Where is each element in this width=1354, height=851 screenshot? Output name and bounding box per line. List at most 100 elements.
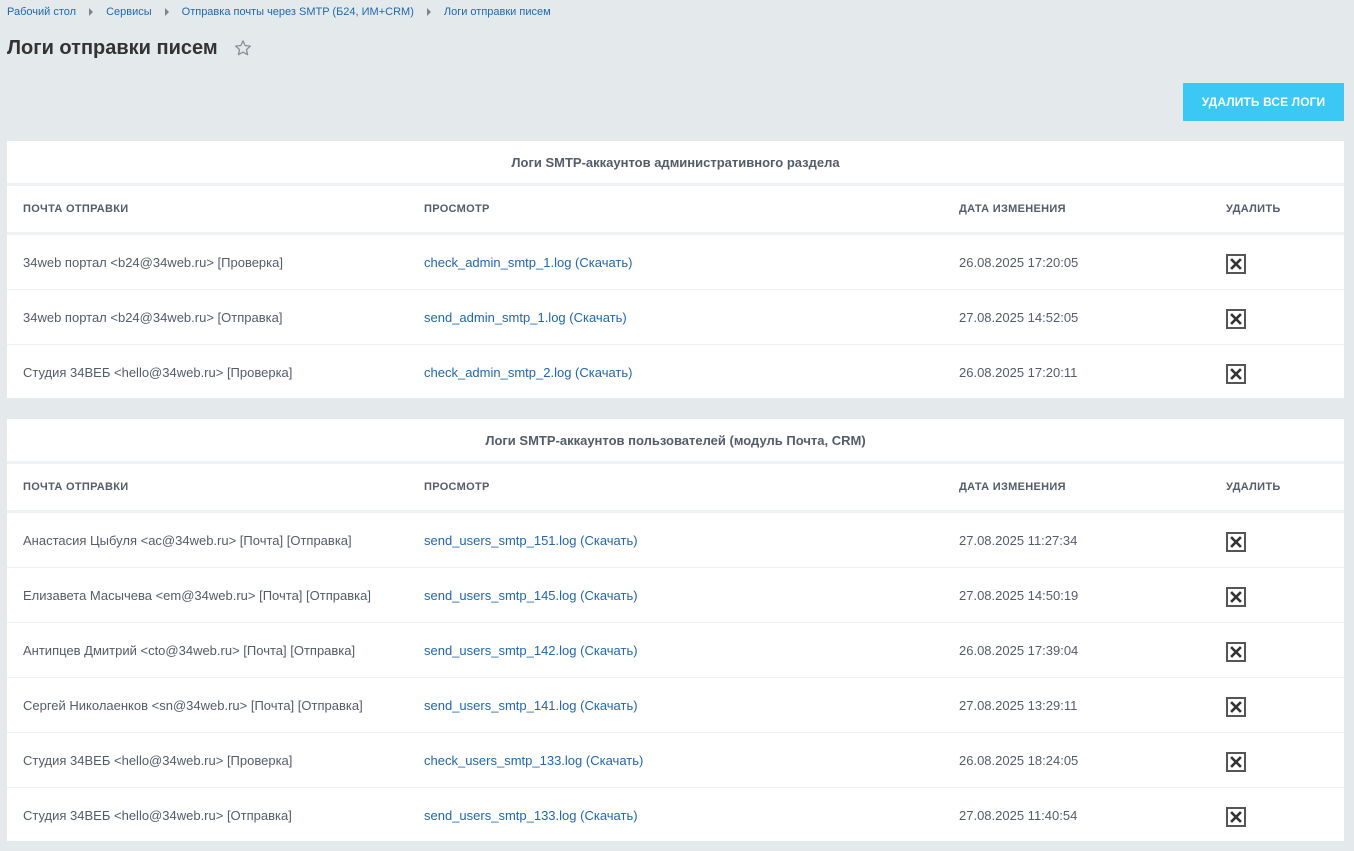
close-box-icon[interactable] xyxy=(1226,531,1246,552)
paren-close: ) xyxy=(633,808,638,823)
download-link[interactable]: Скачать xyxy=(579,365,628,380)
paren-close: ) xyxy=(633,532,638,548)
delete-cell xyxy=(1226,804,1246,827)
delete-all-logs-button[interactable]: УДАЛИТЬ ВСЕ ЛОГИ xyxy=(1183,83,1344,121)
close-box-icon[interactable] xyxy=(1226,751,1246,772)
delete-cell xyxy=(1226,584,1246,607)
section-title: Логи SMTP-аккаунтов административного ра… xyxy=(7,141,1344,186)
delete-cell xyxy=(1226,694,1246,717)
breadcrumb-separator-icon xyxy=(164,8,169,16)
delete-cell xyxy=(1226,251,1246,274)
view-cell: send_users_smtp_151.log (Скачать) xyxy=(424,533,638,548)
sender-cell: 34web портал <b24@34web.ru> [Проверка] xyxy=(23,254,283,270)
sender-cell: Елизавета Масычева <em@34web.ru> [Почта]… xyxy=(23,587,371,603)
column-header-sender: ПОЧТА ОТПРАВКИ xyxy=(23,203,129,215)
section-title: Логи SMTP-аккаунтов пользователей (модул… xyxy=(7,419,1344,464)
log-file-link[interactable]: send_users_smtp_145.log xyxy=(424,588,577,603)
view-cell: send_users_smtp_141.log (Скачать) xyxy=(424,698,638,713)
view-cell: send_users_smtp_133.log (Скачать) xyxy=(424,808,638,823)
breadcrumb-separator-icon xyxy=(89,8,94,16)
table-header: ПОЧТА ОТПРАВКИ ПРОСМОТР ДАТА ИЗМЕНЕНИЯ УДАЛ… xyxy=(7,464,1344,513)
delete-cell xyxy=(1226,639,1246,662)
breadcrumb-item-desktop[interactable]: Рабочий стол xyxy=(7,6,76,18)
paren-close: ) xyxy=(638,752,644,768)
column-header-date: ДАТА ИЗМЕНЕНИЯ xyxy=(959,481,1066,493)
column-header-delete: УДАЛИТЬ xyxy=(1226,203,1281,215)
date-cell: 26.08.2025 18:24:05 xyxy=(959,752,1079,768)
close-box-icon[interactable] xyxy=(1226,641,1246,662)
table-row: Антипцев Дмитрий <cto@34web.ru> [Почта] … xyxy=(7,623,1344,678)
sender-cell: Сергей Николаенков <sn@34web.ru> [Почта]… xyxy=(23,697,363,713)
user-logs-panel: Логи SMTP-аккаунтов пользователей (модул… xyxy=(7,419,1344,841)
log-file-link[interactable]: check_users_smtp_133.log xyxy=(424,753,582,768)
column-header-delete: УДАЛИТЬ xyxy=(1226,481,1281,493)
download-link[interactable]: Скачать xyxy=(584,588,633,603)
paren-close: ) xyxy=(628,254,633,270)
breadcrumb-item-services[interactable]: Сервисы xyxy=(106,6,152,18)
date-cell: 26.08.2025 17:20:05 xyxy=(959,254,1079,270)
log-file-link[interactable]: check_admin_smtp_1.log xyxy=(424,255,571,270)
sender-cell: Анастасия Цыбуля <ac@34web.ru> [Почта] [… xyxy=(23,532,352,548)
delete-cell xyxy=(1226,529,1246,552)
download-link[interactable]: Скачать xyxy=(584,808,633,823)
paren-close: ) xyxy=(628,365,633,380)
view-cell: check_admin_smtp_1.log (Скачать) xyxy=(424,255,632,270)
log-file-link[interactable]: send_admin_smtp_1.log xyxy=(424,310,566,325)
download-link[interactable]: Скачать xyxy=(584,698,633,713)
date-cell: 26.08.2025 17:20:11 xyxy=(959,365,1078,380)
paren-close: ) xyxy=(633,697,638,713)
table-row: Елизавета Масычева <em@34web.ru> [Почта]… xyxy=(7,568,1344,623)
table-row: Студия 34ВЕБ <hello@34web.ru> [Проверка]… xyxy=(7,733,1344,788)
column-header-date: ДАТА ИЗМЕНЕНИЯ xyxy=(959,203,1066,215)
paren-close: ) xyxy=(633,642,638,658)
close-box-icon[interactable] xyxy=(1226,364,1246,384)
download-link[interactable]: Скачать xyxy=(584,533,633,548)
log-file-link[interactable]: send_users_smtp_142.log xyxy=(424,643,577,658)
close-box-icon[interactable] xyxy=(1226,807,1246,827)
log-file-link[interactable]: send_users_smtp_133.log xyxy=(424,808,577,823)
column-header-view: ПРОСМОТР xyxy=(424,481,490,493)
table-row: 34web портал <b24@34web.ru> [Проверка] ch… xyxy=(7,235,1344,290)
star-outline-icon[interactable] xyxy=(234,39,252,57)
paren-close: ) xyxy=(633,587,638,603)
sender-cell: 34web портал <b24@34web.ru> [Отправка] xyxy=(23,309,283,325)
close-box-icon[interactable] xyxy=(1226,308,1246,329)
table-header: ПОЧТА ОТПРАВКИ ПРОСМОТР ДАТА ИЗМЕНЕНИЯ УДАЛ… xyxy=(7,186,1344,235)
delete-cell xyxy=(1226,306,1246,329)
view-cell: check_users_smtp_133.log (Скачать) xyxy=(424,753,643,768)
table-row: Анастасия Цыбуля <ac@34web.ru> [Почта] [… xyxy=(7,513,1344,568)
table-row: Сергей Николаенков <sn@34web.ru> [Почта]… xyxy=(7,678,1344,733)
sender-cell: Студия 34ВЕБ <hello@34web.ru> [Проверка] xyxy=(23,752,293,768)
table-row: Студия 34ВЕБ <hello@34web.ru> [Проверка]… xyxy=(7,345,1344,400)
log-file-link[interactable]: send_users_smtp_141.log xyxy=(424,698,577,713)
download-link[interactable]: Скачать xyxy=(584,643,633,658)
date-cell: 27.08.2025 14:50:19 xyxy=(959,587,1079,603)
delete-cell xyxy=(1226,749,1246,772)
breadcrumb-item-logs[interactable]: Логи отправки писем xyxy=(444,6,551,18)
download-link[interactable]: Скачать xyxy=(590,753,639,768)
log-file-link[interactable]: check_admin_smtp_2.log xyxy=(424,365,571,380)
view-cell: send_admin_smtp_1.log (Скачать) xyxy=(424,310,627,325)
date-cell: 26.08.2025 17:39:04 xyxy=(959,642,1079,658)
sender-cell: Студия 34ВЕБ <hello@34web.ru> [Проверка] xyxy=(23,365,293,380)
admin-logs-panel: Логи SMTP-аккаунтов административного ра… xyxy=(7,141,1344,398)
table-row: Студия 34ВЕБ <hello@34web.ru> [Отправка]… xyxy=(7,788,1344,843)
date-cell: 27.08.2025 13:29:11 xyxy=(959,697,1078,713)
date-cell: 27.08.2025 14:52:05 xyxy=(959,309,1079,325)
column-header-view: ПРОСМОТР xyxy=(424,203,490,215)
download-link[interactable]: Скачать xyxy=(574,310,623,325)
download-link[interactable]: Скачать xyxy=(579,255,628,270)
breadcrumb: Рабочий стол Сервисы Отправка почты чере… xyxy=(7,4,551,20)
close-box-icon[interactable] xyxy=(1226,696,1246,717)
breadcrumb-separator-icon xyxy=(426,8,431,16)
close-box-icon[interactable] xyxy=(1226,253,1246,274)
column-header-sender: ПОЧТА ОТПРАВКИ xyxy=(23,481,129,493)
title-row: Логи отправки писем xyxy=(7,34,252,62)
log-file-link[interactable]: send_users_smtp_151.log xyxy=(424,533,577,548)
date-cell: 27.08.2025 11:40:54 xyxy=(959,808,1078,823)
sender-cell: Студия 34ВЕБ <hello@34web.ru> [Отправка] xyxy=(23,808,292,823)
breadcrumb-item-smtp[interactable]: Отправка почты через SMTP (Б24, ИМ+CRM) xyxy=(182,6,414,18)
view-cell: send_users_smtp_145.log (Скачать) xyxy=(424,588,638,603)
close-box-icon[interactable] xyxy=(1226,586,1246,607)
view-cell: send_users_smtp_142.log (Скачать) xyxy=(424,643,638,658)
